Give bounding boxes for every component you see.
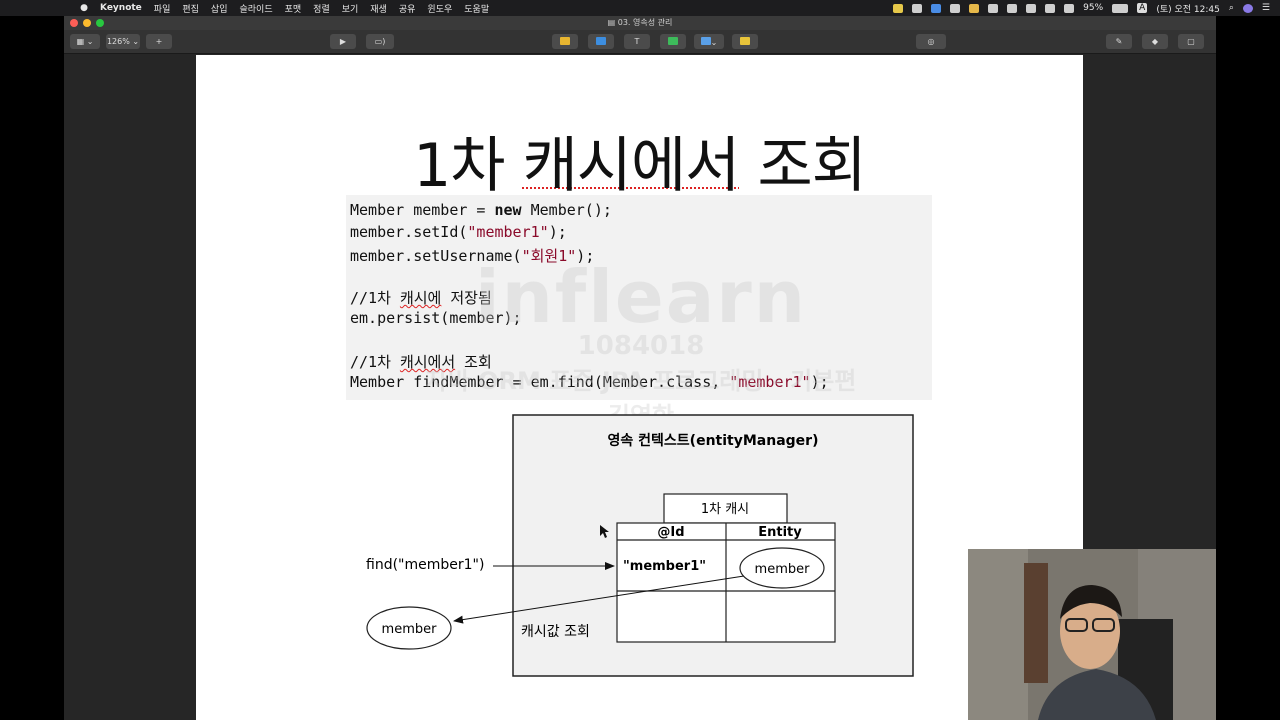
notification-center-icon[interactable]: ☰ [1262, 3, 1270, 13]
presenter-video [968, 549, 1216, 720]
menu-window[interactable]: 윈도우 [427, 2, 452, 15]
cloud-icon[interactable] [988, 3, 999, 13]
google-icon[interactable] [931, 3, 942, 13]
cache-diagram: 영속 컨텍스트(entityManager) 1차 캐시 @Id Entity … [366, 414, 914, 677]
document-title: ▤ 03. 영속성 관리 [64, 16, 1216, 30]
search-icon[interactable]: ⌕ [1229, 3, 1234, 13]
row1-entity: member [755, 562, 811, 577]
media-button[interactable]: ⌄ [694, 34, 724, 49]
find-call-label: find("member1") [366, 557, 484, 573]
comment-icon [740, 37, 750, 45]
view-button[interactable]: ▦ ⌄ [70, 34, 100, 49]
grid-icon[interactable] [1007, 3, 1018, 13]
webcam-overlay [968, 549, 1216, 720]
zoom-level: 126% [106, 37, 130, 46]
document-icon: ▤ [607, 18, 618, 27]
row1-id: "member1" [623, 559, 706, 574]
menu-edit[interactable]: 편집 [182, 2, 199, 15]
table-button[interactable] [552, 34, 578, 49]
status-app-icon[interactable] [893, 3, 904, 13]
camera-icon[interactable] [950, 3, 961, 13]
menu-view[interactable]: 보기 [342, 2, 359, 15]
menu-share[interactable]: 공유 [399, 2, 416, 15]
collaborate-button[interactable]: ◎ [916, 34, 946, 49]
chart-icon [596, 37, 606, 45]
menu-arrange[interactable]: 정렬 [313, 2, 330, 15]
comment-button[interactable] [732, 34, 758, 49]
result-member-label: member [382, 622, 438, 637]
zoom-button[interactable]: 126% ⌄ [106, 34, 140, 49]
col-entity-header: Entity [758, 525, 802, 540]
battery-level: 95% [1083, 3, 1104, 13]
cache-lookup-label: 캐시값 조회 [521, 624, 590, 640]
battery-icon[interactable] [1112, 3, 1129, 13]
siri-icon[interactable] [1242, 3, 1253, 13]
persistence-context-label: 영속 컨텍스트(entityManager) [608, 432, 819, 449]
shape-icon [668, 37, 678, 45]
apple-menu-icon[interactable]: ● [78, 3, 90, 13]
toolbar: ▦ ⌄ 126% ⌄ + ▶ ▭) T ⌄ ◎ ✎ ◆ ▢ [64, 30, 1216, 54]
col-id-header: @Id [657, 525, 684, 540]
document-button[interactable]: ▢ [1178, 34, 1204, 49]
shape-button[interactable] [660, 34, 686, 49]
title-bar: ▤ 03. 영속성 관리 [64, 16, 1216, 30]
menu-format[interactable]: 포맷 [285, 2, 302, 15]
slide[interactable]: 1차 캐시에서 조회 Member member = new Member();… [196, 55, 1083, 720]
menu-insert[interactable]: 삽입 [211, 2, 228, 15]
media-icon [700, 37, 711, 45]
document-title-text: 03. 영속성 관리 [617, 18, 673, 27]
bluetooth-icon[interactable] [1026, 3, 1037, 13]
menu-file[interactable]: 파일 [154, 2, 171, 15]
app-menu[interactable]: Keynote [100, 3, 142, 13]
menu-play[interactable]: 재생 [370, 2, 387, 15]
text-button[interactable]: T [624, 34, 650, 49]
menu-bar: ● Keynote 파일 편집 삽입 슬라이드 포맷 정렬 보기 재생 공유 윈… [0, 0, 1280, 16]
cache-label: 1차 캐시 [701, 502, 749, 517]
menu-help[interactable]: 도움말 [464, 2, 489, 15]
table-icon [560, 37, 570, 45]
screen-record-icon[interactable] [912, 3, 923, 13]
play-button[interactable]: ▶ [330, 34, 356, 49]
input-source[interactable]: A [1137, 3, 1148, 13]
chart-button[interactable] [588, 34, 614, 49]
volume-icon[interactable] [1064, 3, 1075, 13]
menu-slide[interactable]: 슬라이드 [239, 2, 272, 15]
bookmark-icon[interactable] [969, 3, 980, 13]
animate-button[interactable]: ◆ [1142, 34, 1168, 49]
add-slide-button[interactable]: + [146, 34, 172, 49]
menubar-clock[interactable]: (토) 오전 12:45 [1156, 2, 1220, 15]
format-button[interactable]: ✎ [1106, 34, 1132, 49]
keynote-live-button[interactable]: ▭) [366, 34, 394, 49]
wifi-icon[interactable] [1045, 3, 1056, 13]
